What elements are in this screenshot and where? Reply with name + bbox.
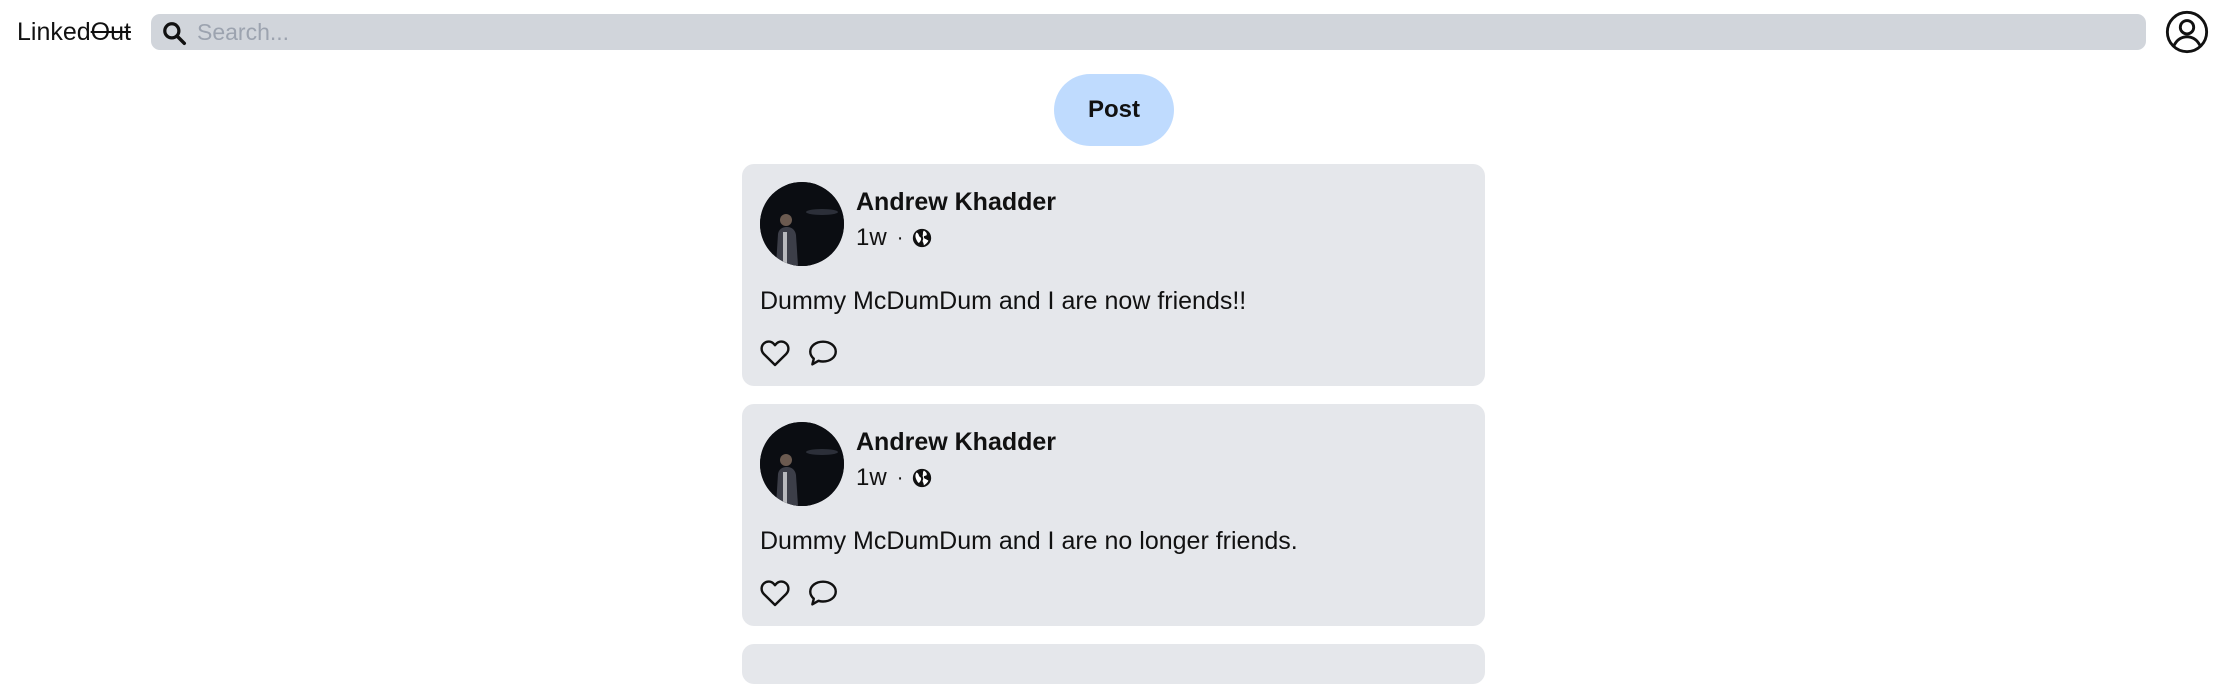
like-heart-icon[interactable] xyxy=(758,336,792,370)
author-avatar[interactable] xyxy=(760,422,844,506)
post-actions xyxy=(758,576,840,610)
logo-text-linked: Linked xyxy=(17,18,91,46)
search-bar xyxy=(151,14,2146,50)
like-heart-icon[interactable] xyxy=(758,576,792,610)
search-input[interactable] xyxy=(197,14,2127,50)
post-meta: 1w · xyxy=(856,222,933,254)
post-card-partial xyxy=(742,644,1485,684)
author-name[interactable]: Andrew Khadder xyxy=(856,186,1056,218)
post-time: 1w xyxy=(856,464,887,491)
post-time: 1w xyxy=(856,224,887,251)
post-content: Dummy McDumDum and I are no longer frien… xyxy=(760,527,1298,555)
meta-separator: · xyxy=(896,227,904,249)
post-card: Andrew Khadder 1w · Dummy McDumDum and I… xyxy=(742,164,1485,386)
author-avatar[interactable] xyxy=(760,182,844,266)
profile-icon[interactable] xyxy=(2164,9,2210,55)
post-meta: 1w · xyxy=(856,462,933,494)
post-content: Dummy McDumDum and I are now friends!! xyxy=(760,287,1247,315)
avatar-photo xyxy=(760,182,844,266)
globe-icon xyxy=(913,228,932,248)
search-icon xyxy=(163,22,187,46)
comment-icon[interactable] xyxy=(806,336,840,370)
post-card: Andrew Khadder 1w · Dummy McDumDum and I… xyxy=(742,404,1485,626)
globe-icon xyxy=(913,468,932,488)
logo-text-out: Out xyxy=(90,18,131,46)
app-logo[interactable]: LinkedOut xyxy=(17,15,131,49)
top-navigation-bar: LinkedOut xyxy=(0,0,2215,64)
post-actions xyxy=(758,336,840,370)
comment-icon[interactable] xyxy=(806,576,840,610)
avatar-photo xyxy=(760,422,844,506)
meta-separator: · xyxy=(896,467,904,489)
post-button[interactable]: Post xyxy=(1054,74,1174,146)
author-name[interactable]: Andrew Khadder xyxy=(856,426,1056,458)
